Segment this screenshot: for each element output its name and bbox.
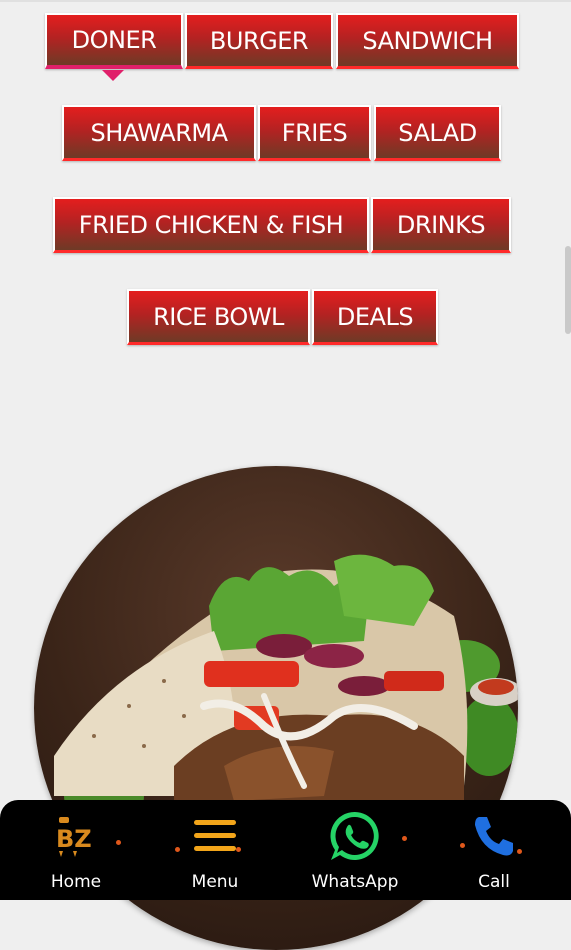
tab-drinks[interactable]: DRINKS bbox=[371, 197, 511, 253]
tab-salad[interactable]: SALAD bbox=[374, 105, 501, 161]
nav-home-label: Home bbox=[50, 872, 102, 892]
active-tab-pointer bbox=[102, 70, 124, 81]
svg-text:BZ: BZ bbox=[56, 825, 92, 853]
tab-shawarma[interactable]: SHAWARMA bbox=[62, 105, 256, 161]
nav-menu-label: Menu bbox=[191, 872, 239, 892]
nav-separator-dot bbox=[460, 843, 465, 848]
tab-label: FRIED CHICKEN & FISH bbox=[78, 210, 344, 239]
phone-icon bbox=[466, 808, 522, 864]
nav-separator-dot bbox=[175, 847, 180, 852]
tab-deals[interactable]: DEALS bbox=[312, 289, 438, 345]
tab-fries[interactable]: FRIES bbox=[258, 105, 371, 161]
tab-sandwich[interactable]: SANDWICH bbox=[336, 13, 519, 69]
tab-label: FRIES bbox=[281, 118, 348, 147]
tab-label: RICE BOWL bbox=[153, 302, 284, 331]
tab-rice-bowl[interactable]: RICE BOWL bbox=[127, 289, 310, 345]
tab-burger[interactable]: BURGER bbox=[185, 13, 333, 69]
nav-whatsapp-label: WhatsApp bbox=[311, 872, 399, 892]
tab-label: DRINKS bbox=[396, 210, 486, 239]
nav-separator-dot bbox=[116, 840, 121, 845]
nav-separator-dot bbox=[236, 847, 241, 852]
tab-label: DEALS bbox=[336, 302, 414, 331]
nav-separator-dot bbox=[402, 836, 407, 841]
nav-call[interactable]: Call bbox=[439, 808, 549, 896]
tab-label: BURGER bbox=[209, 26, 309, 55]
nav-call-label: Call bbox=[478, 872, 510, 892]
tab-label: SANDWICH bbox=[362, 26, 493, 55]
nav-home[interactable]: BZ Home bbox=[21, 808, 131, 896]
tab-label: SHAWARMA bbox=[90, 118, 228, 147]
scrollbar[interactable] bbox=[565, 246, 571, 334]
tab-label: DONER bbox=[71, 26, 157, 54]
nav-whatsapp[interactable]: WhatsApp bbox=[300, 808, 410, 896]
tab-fried-chicken-fish[interactable]: FRIED CHICKEN & FISH bbox=[53, 197, 369, 253]
whatsapp-icon bbox=[327, 808, 383, 864]
bottom-navigation: BZ Home Menu WhatsApp Call bbox=[0, 800, 571, 900]
category-tabs: DONER BURGER SANDWICH SHAWARMA FRIES SAL… bbox=[0, 0, 571, 380]
nav-separator-dot bbox=[517, 849, 522, 854]
nav-menu[interactable]: Menu bbox=[160, 808, 270, 896]
menu-icon bbox=[187, 808, 243, 864]
tab-label: SALAD bbox=[398, 118, 477, 147]
bz-logo-icon: BZ bbox=[48, 808, 104, 864]
tab-doner[interactable]: DONER bbox=[45, 13, 183, 69]
